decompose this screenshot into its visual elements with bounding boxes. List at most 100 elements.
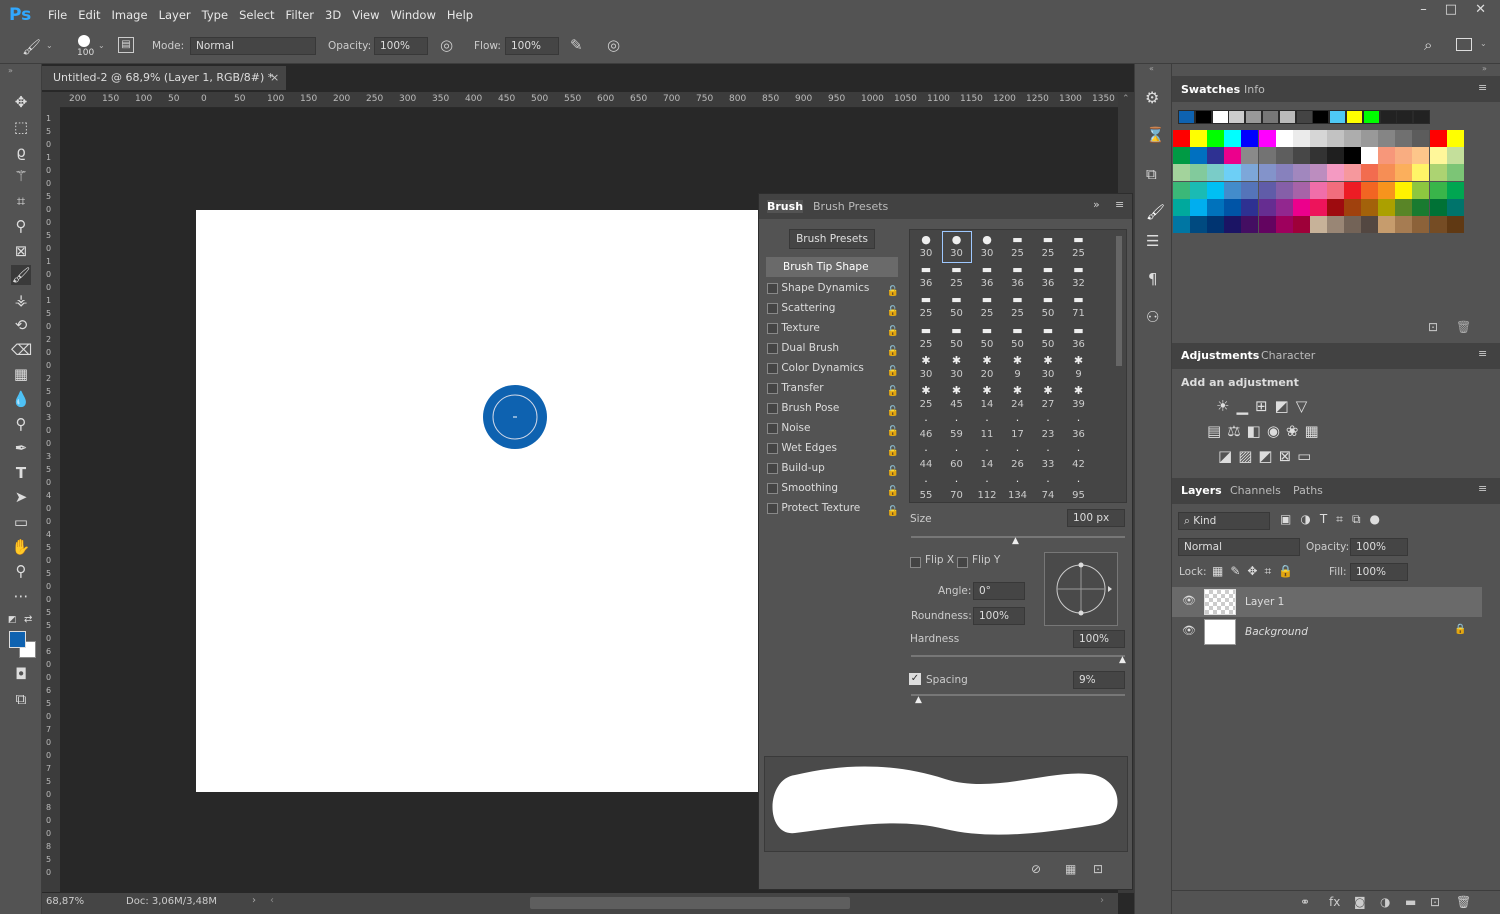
brush-tip-cell[interactable]: ✱ 27 (1034, 383, 1062, 413)
brush-tip-cell[interactable]: ▬ 50 (973, 323, 1001, 353)
brush-tip-cell[interactable]: · 59 (943, 413, 971, 443)
swatch[interactable] (1413, 110, 1431, 124)
swatch[interactable] (1275, 147, 1293, 165)
menu-file[interactable]: File (48, 8, 67, 22)
flip-x-checkbox[interactable] (910, 555, 921, 568)
brush-option-checkbox[interactable] (767, 482, 778, 494)
brush-tip-cell[interactable]: ▬ 32 (1065, 262, 1093, 292)
swatch[interactable] (1173, 164, 1190, 182)
brush-tip-cell[interactable]: ▬ 71 (1065, 292, 1093, 322)
workspace-icon[interactable] (1456, 38, 1472, 51)
brush-tip-cell[interactable]: ✱ 39 (1065, 383, 1093, 413)
spacing-checkbox[interactable]: ✓ (909, 673, 921, 685)
visibility-eye-icon[interactable]: 👁 (1182, 624, 1196, 637)
visibility-eye-icon[interactable]: 👁 (1182, 594, 1196, 607)
swatch[interactable] (1207, 198, 1225, 216)
pressure-opacity-icon[interactable]: ◎ (440, 36, 453, 54)
brush-tip-cell[interactable]: · 134 (1004, 474, 1032, 504)
brush-tip-cell[interactable]: ▬ 25 (1004, 292, 1032, 322)
swatch[interactable] (1378, 181, 1396, 199)
brush-tip-cell[interactable]: · 55 (912, 474, 940, 504)
color-balance-icon[interactable]: ⚖ (1227, 422, 1246, 440)
swatch[interactable] (1395, 147, 1413, 165)
brush-tip-cell[interactable]: · 23 (1034, 413, 1062, 443)
brush-tip-cell[interactable]: · 70 (943, 474, 971, 504)
tip-grid-scrollbar[interactable] (1116, 236, 1122, 366)
brush-option-row[interactable]: Transfer 🔓 (767, 379, 899, 398)
collapse-icon[interactable]: » (1482, 64, 1487, 73)
swatch[interactable] (1361, 216, 1379, 233)
swatch[interactable] (1224, 216, 1242, 233)
swatch[interactable] (1258, 216, 1276, 233)
type-tool-icon[interactable]: T (11, 463, 31, 483)
brush-tip-cell[interactable]: · 112 (973, 474, 1001, 504)
swatch[interactable] (1224, 198, 1242, 216)
brush-tip-cell[interactable]: · 36 (1065, 413, 1093, 443)
swatch[interactable] (1207, 130, 1225, 147)
lock-pixels-icon[interactable]: ✎ (1230, 564, 1247, 578)
lock-transparency-icon[interactable]: ▦ (1212, 564, 1230, 578)
zoom-tool-icon[interactable]: ⚲ (11, 561, 31, 581)
brush-tip-cell[interactable]: · 33 (1034, 443, 1062, 473)
brush-option-row[interactable]: Wet Edges 🔓 (767, 439, 899, 458)
default-colors-icon[interactable]: ◩ (8, 615, 17, 625)
brush-option-row[interactable]: Scattering 🔓 (767, 299, 899, 318)
swatch[interactable] (1173, 198, 1190, 216)
swatch[interactable] (1412, 147, 1430, 165)
swatch[interactable] (1241, 147, 1259, 165)
layer-row-layer1[interactable]: 👁 Layer 1 (1172, 587, 1482, 617)
brush-tip-cell[interactable]: · 95 (1065, 474, 1093, 504)
swatch[interactable] (1412, 164, 1430, 182)
swatch[interactable] (1194, 110, 1212, 124)
tab-brush[interactable]: Brush (767, 200, 804, 213)
swatch[interactable] (1329, 110, 1347, 124)
chevron-down-icon[interactable]: ⌄ (98, 41, 105, 50)
brush-option-checkbox[interactable] (767, 342, 778, 354)
frame-tool-icon[interactable]: ⊠ (11, 241, 31, 261)
lock-icon[interactable]: 🔓 (887, 502, 899, 521)
swatch[interactable] (1412, 130, 1430, 147)
swatch[interactable] (1241, 216, 1259, 233)
toggle-live-tip-icon[interactable]: ⊘ (1031, 862, 1041, 876)
brush-preview-icon[interactable] (78, 35, 90, 47)
hand-tool-icon[interactable]: ✋ (11, 537, 31, 557)
swatch[interactable] (1292, 130, 1310, 147)
swatch[interactable] (1446, 198, 1464, 216)
swatch[interactable] (1446, 181, 1464, 199)
crop-tool-icon[interactable]: ⌗ (11, 191, 31, 211)
swatch[interactable] (1278, 110, 1296, 124)
horizontal-scroll-thumb[interactable] (530, 897, 850, 909)
brush-tip-cell[interactable]: ▬ 36 (1004, 262, 1032, 292)
collapse-icon[interactable]: « (1149, 64, 1154, 73)
brush-tip-cell[interactable]: ✱ 25 (912, 383, 940, 413)
eraser-tool-icon[interactable]: ⌫ (11, 340, 32, 360)
brush-option-checkbox[interactable] (767, 442, 778, 454)
hardness-slider-handle[interactable]: ▲ (1119, 655, 1126, 665)
properties-icon[interactable]: ☰ (1146, 232, 1159, 250)
menu-edit[interactable]: Edit (78, 8, 100, 22)
swatch[interactable] (1361, 164, 1379, 182)
maximize-button[interactable]: □ (1445, 2, 1457, 17)
swatch[interactable] (1378, 164, 1396, 182)
move-tool-icon[interactable]: ✥ (11, 92, 31, 112)
brush-tip-cell[interactable]: ▬ 50 (1034, 292, 1062, 322)
selective-color-icon[interactable]: ⊠ (1279, 447, 1298, 465)
swatch[interactable] (1429, 147, 1447, 165)
opacity-field[interactable]: 100% (374, 37, 428, 55)
flip-y-checkbox[interactable] (957, 555, 968, 568)
blur-tool-icon[interactable]: 💧 (11, 389, 31, 409)
lasso-tool-icon[interactable]: ϱ (11, 142, 31, 162)
brush-option-checkbox[interactable] (767, 362, 778, 374)
airbrush-icon[interactable]: ✎ (570, 36, 583, 54)
color-lookup-icon[interactable]: ▦ (1305, 422, 1325, 440)
swatch[interactable] (1344, 147, 1361, 165)
swatch[interactable] (1346, 110, 1363, 124)
threshold-icon[interactable]: ◩ (1258, 447, 1278, 465)
tab-paths[interactable]: Paths (1293, 484, 1323, 497)
brush-tip-cell[interactable]: ● 30 (941, 231, 972, 263)
brush-tip-cell[interactable]: ▬ 36 (1034, 262, 1062, 292)
layer-opacity-field[interactable]: 100% (1350, 538, 1408, 556)
photo-filter-icon[interactable]: ◉ (1267, 422, 1286, 440)
swatch[interactable] (1446, 164, 1464, 182)
fill-field[interactable]: 100% (1350, 563, 1408, 581)
